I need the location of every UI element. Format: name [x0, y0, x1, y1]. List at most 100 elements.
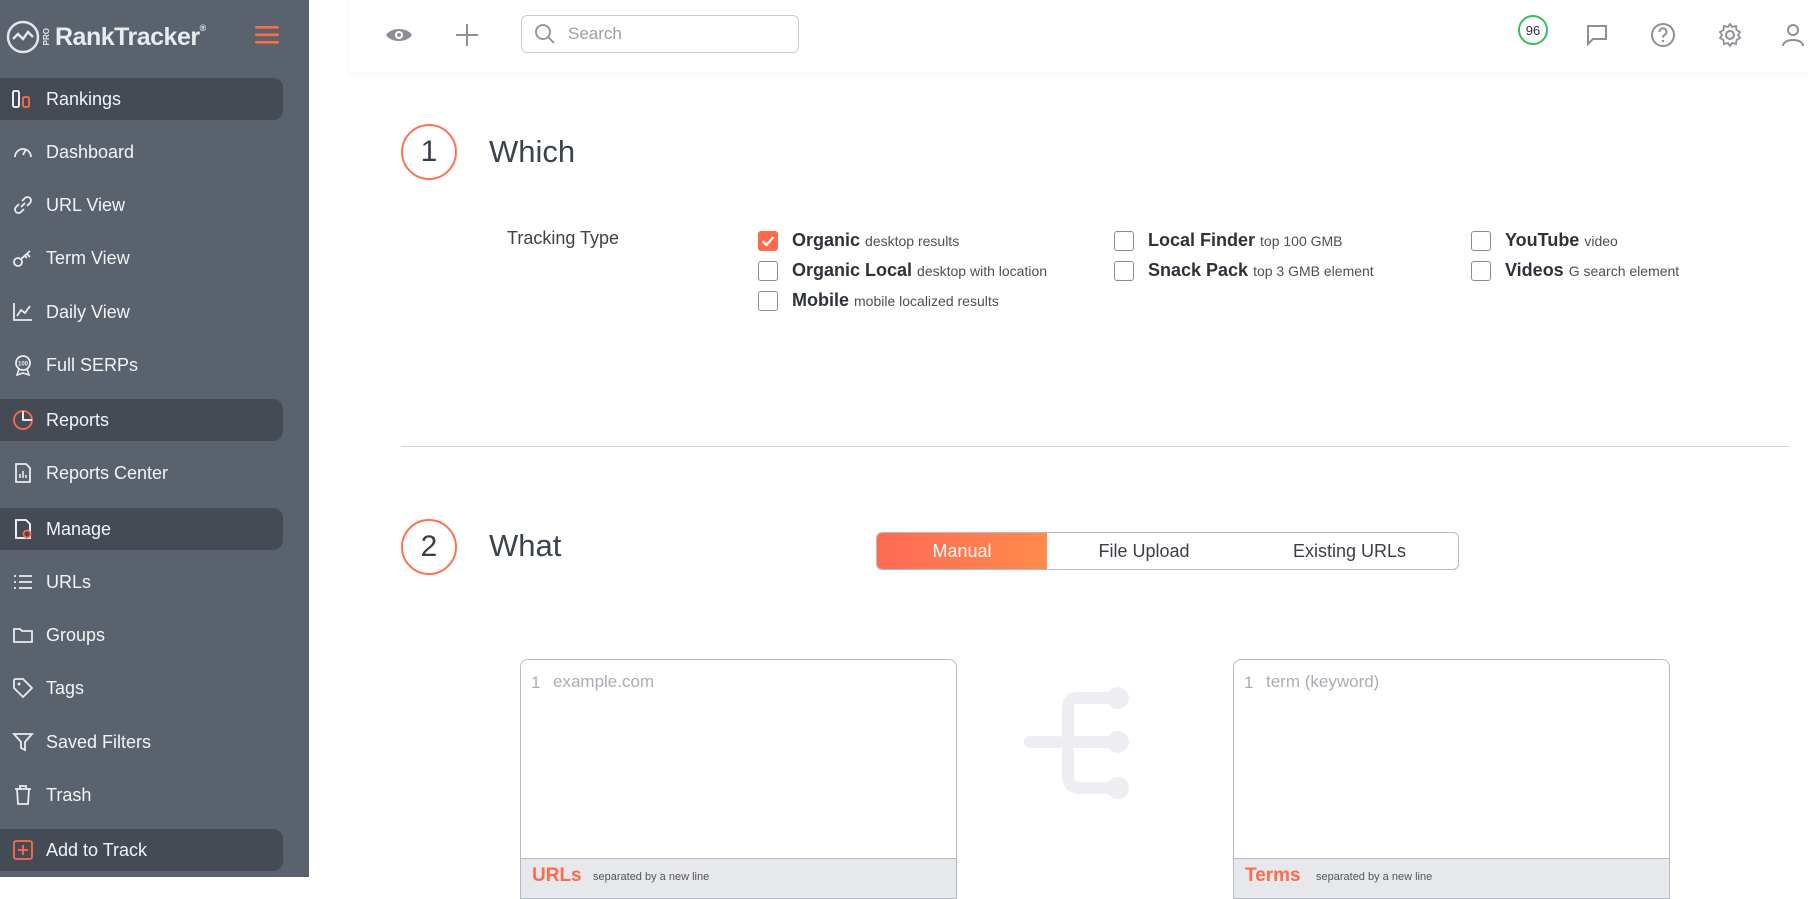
add-icon[interactable]: [452, 20, 482, 50]
logo-wordmark: RankTracker: [55, 22, 200, 51]
step-1-number: 1: [401, 124, 457, 180]
option-youtube[interactable]: YouTube video: [1471, 230, 1618, 251]
chat-icon[interactable]: [1582, 20, 1612, 50]
youtube-checkbox[interactable]: [1471, 230, 1491, 251]
link-icon: [12, 194, 34, 216]
sidebar-item-add-to-track[interactable]: Add to Track: [0, 829, 283, 871]
option-desc: desktop results: [865, 232, 960, 249]
option-name: Organic: [792, 230, 861, 250]
topbar: 96: [350, 0, 1808, 72]
sidebar-item-url-view[interactable]: URL View: [0, 184, 283, 226]
line-chart-icon: [12, 301, 34, 323]
option-desc: desktop with location: [917, 262, 1048, 279]
option-snack-pack[interactable]: Snack Pack top 3 GMB element: [1114, 260, 1374, 281]
list-icon: [12, 571, 34, 593]
award-100-icon: 100: [12, 354, 34, 376]
sidebar-item-reports-center[interactable]: Reports Center: [0, 452, 283, 494]
mobile-checkbox[interactable]: [758, 290, 778, 311]
score-badge[interactable]: 96: [1518, 15, 1548, 45]
sidebar-item-full-serps[interactable]: 100 Full SERPs: [0, 344, 283, 386]
organic-local-checkbox[interactable]: [758, 260, 778, 281]
input-mode-tabs: Manual File Upload Existing URLs: [876, 532, 1459, 570]
sidebar-item-saved-filters[interactable]: Saved Filters: [0, 721, 283, 763]
sidebar-item-trash[interactable]: Trash: [0, 774, 283, 816]
option-desc: top 3 GMB element: [1253, 262, 1374, 279]
option-desc: G search element: [1568, 262, 1680, 279]
logo-mark-icon: [6, 20, 40, 54]
terms-textarea[interactable]: [1266, 670, 1656, 852]
gauge-icon: [12, 141, 34, 163]
rankings-icon: [12, 88, 34, 110]
sidebar-item-dashboard[interactable]: Dashboard: [0, 131, 283, 173]
option-desc: top 100 GMB: [1260, 232, 1343, 249]
sidebar-item-label: Add to Track: [46, 839, 148, 860]
filter-icon: [12, 731, 34, 753]
trash-icon: [12, 784, 34, 806]
tracking-type-label: Tracking Type: [507, 228, 620, 248]
gear-icon[interactable]: [1715, 20, 1745, 50]
organic-checkbox[interactable]: [758, 230, 778, 251]
option-videos[interactable]: Videos G search element: [1471, 260, 1679, 281]
option-local-finder[interactable]: Local Finder top 100 GMB: [1114, 230, 1343, 251]
sidebar-item-groups[interactable]: Groups: [0, 614, 283, 656]
report-file-icon: [12, 462, 34, 484]
sidebar-item-rankings[interactable]: Rankings: [0, 78, 283, 120]
sidebar-item-urls[interactable]: URLs: [0, 561, 283, 603]
sidebar-item-term-view[interactable]: Term View: [0, 237, 283, 279]
line-number: 1: [531, 673, 541, 692]
sidebar-item-label: Groups: [46, 624, 106, 645]
option-name: Mobile: [792, 290, 849, 310]
step-1-title: Which: [489, 134, 576, 169]
option-name: Videos: [1505, 260, 1564, 280]
urls-footer-note: separated by a new line: [593, 871, 710, 883]
help-icon[interactable]: [1648, 20, 1678, 50]
urls-editor-footer: URLs separated by a new line: [521, 858, 956, 898]
manage-file-icon: [12, 518, 34, 540]
videos-checkbox[interactable]: [1471, 260, 1491, 281]
line-number: 1: [1244, 673, 1254, 692]
option-mobile[interactable]: Mobile mobile localized results: [758, 290, 999, 311]
sidebar-item-reports[interactable]: Reports: [0, 399, 283, 441]
sidebar-item-manage[interactable]: Manage: [0, 508, 283, 550]
sidebar-item-label: Daily View: [46, 301, 130, 322]
sidebar-item-daily-view[interactable]: Daily View: [0, 291, 283, 333]
sidebar-item-label: URLs: [46, 571, 92, 592]
sidebar: PRO RankTracker® Rankings Dashboard URL: [0, 0, 309, 877]
option-organic-local[interactable]: Organic Local desktop with location: [758, 260, 1047, 281]
local-finder-checkbox[interactable]: [1114, 230, 1134, 251]
logo-badge: PRO: [42, 28, 51, 46]
tab-manual[interactable]: Manual: [877, 533, 1047, 569]
step-2-title: What: [489, 528, 562, 563]
option-name: Snack Pack: [1148, 260, 1249, 280]
urls-textarea[interactable]: [553, 670, 943, 852]
pie-chart-icon: [12, 409, 34, 431]
folder-icon: [12, 624, 34, 646]
terms-footer-title: Terms: [1245, 865, 1301, 886]
urls-footer-title: URLs: [532, 865, 582, 886]
tab-file-upload[interactable]: File Upload: [1047, 533, 1241, 569]
sidebar-item-tags[interactable]: Tags: [0, 667, 283, 709]
user-icon[interactable]: [1778, 20, 1808, 50]
snack-pack-checkbox[interactable]: [1114, 260, 1134, 281]
sidebar-item-label: Manage: [46, 518, 112, 539]
logo[interactable]: PRO RankTracker®: [6, 18, 206, 56]
sidebar-item-label: Trash: [46, 784, 92, 805]
sidebar-item-label: Dashboard: [46, 141, 135, 162]
sidebar-item-label: Saved Filters: [46, 731, 152, 752]
option-organic[interactable]: Organic desktop results: [758, 230, 959, 251]
search-input[interactable]: [566, 23, 790, 45]
sidebar-item-label: Tags: [46, 677, 85, 698]
sidebar-item-label: Full SERPs: [46, 354, 139, 375]
search-icon: [535, 24, 555, 44]
registered-mark: ®: [199, 22, 207, 33]
sidebar-item-label: URL View: [46, 194, 126, 215]
svg-text:100: 100: [18, 362, 29, 368]
hamburger-menu-icon[interactable]: [254, 24, 280, 46]
search-box[interactable]: [521, 15, 799, 53]
key-icon: [12, 247, 34, 269]
terms-editor: 1 Terms separated by a new line: [1233, 659, 1670, 899]
plus-square-icon: [12, 839, 34, 861]
eye-icon[interactable]: [384, 20, 414, 50]
tab-existing-urls[interactable]: Existing URLs: [1241, 533, 1458, 569]
option-desc: video: [1584, 232, 1618, 249]
